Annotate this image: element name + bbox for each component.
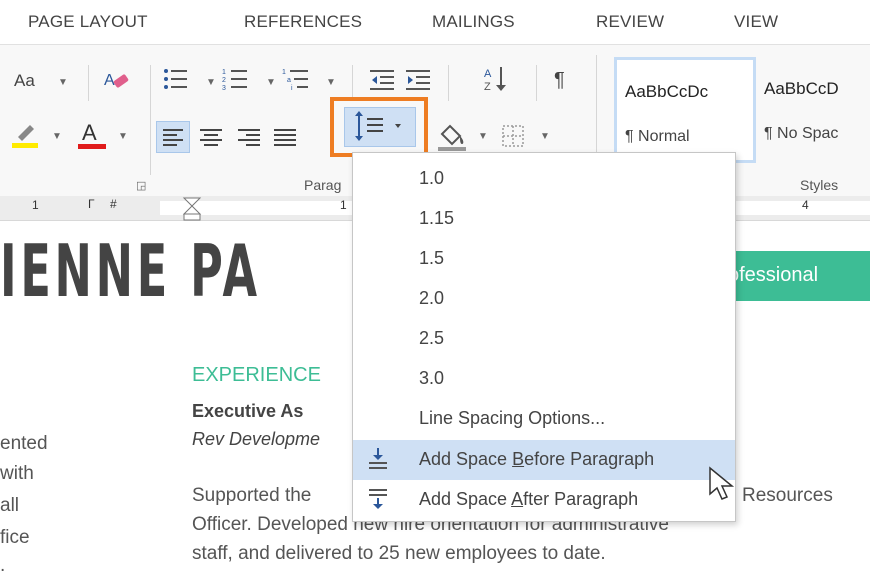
menu-item-label: 3.0 — [419, 368, 445, 388]
sort-icon[interactable]: A Z — [484, 65, 514, 93]
font-color-icon[interactable]: A — [78, 119, 106, 151]
svg-text:1: 1 — [282, 69, 286, 76]
style-sample: AaBbCcDc — [625, 82, 709, 101]
borders-icon[interactable] — [500, 123, 528, 149]
left-column-text: with — [0, 463, 34, 484]
ribbon-tab-bar: PAGE LAYOUT REFERENCES MAILINGS REVIEW V… — [0, 0, 870, 44]
divider — [448, 65, 449, 101]
column-marker-icon[interactable]: # — [110, 197, 117, 211]
menu-item-label: 1.15 — [419, 208, 455, 228]
multilevel-list-icon[interactable]: 1 a i — [282, 67, 312, 91]
multilevel-chevron-icon[interactable]: ▼ — [326, 77, 336, 88]
svg-text:3: 3 — [222, 85, 226, 91]
svg-text:Z: Z — [484, 81, 491, 93]
font-dialog-launcher-icon[interactable]: ◲ — [136, 179, 146, 192]
align-right-icon[interactable] — [234, 122, 264, 152]
menu-item-label: 2.5 — [419, 328, 445, 348]
tab-page-layout[interactable]: PAGE LAYOUT — [28, 12, 148, 32]
tab-stop-marker-icon[interactable]: Γ — [88, 197, 95, 211]
style-name: ¶ Normal — [625, 128, 690, 145]
highlight-chevron-icon[interactable]: ▼ — [52, 131, 62, 142]
mouse-cursor-icon — [709, 466, 735, 500]
divider — [536, 65, 537, 101]
menu-item-label: 2.0 — [419, 288, 445, 308]
bullets-icon[interactable] — [162, 67, 192, 91]
left-column-text: ented — [0, 433, 48, 454]
decrease-indent-icon[interactable] — [370, 67, 396, 91]
svg-text:i: i — [291, 85, 293, 91]
menu-item-label: 1.0 — [419, 168, 445, 188]
clear-formatting-icon[interactable]: A — [102, 67, 132, 97]
menu-item-label: 1.5 — [419, 248, 445, 268]
menu-item-3-0[interactable]: 3.0 — [353, 359, 735, 399]
job-title: Executive As — [192, 401, 304, 421]
tab-mailings[interactable]: MAILINGS — [432, 12, 515, 32]
align-left-button[interactable] — [156, 121, 190, 153]
body-text-line-end: Resources — [742, 485, 833, 506]
left-column-text: fice — [0, 527, 30, 548]
change-case-button[interactable]: Aa — [14, 71, 35, 91]
align-left-icon — [163, 129, 183, 146]
increase-indent-icon[interactable] — [406, 67, 432, 91]
company-name: Rev Developme — [192, 429, 321, 449]
divider — [150, 65, 151, 175]
tab-review[interactable]: REVIEW — [596, 12, 664, 32]
add-space-after-icon — [369, 489, 387, 509]
tab-references[interactable]: REFERENCES — [244, 12, 362, 32]
section-heading: EXPERIENCE — [192, 364, 321, 386]
styles-group-label: Styles — [800, 177, 839, 193]
menu-item-label: Add Space Before Paragraph — [419, 449, 655, 469]
font-color-chevron-icon[interactable]: ▼ — [118, 131, 128, 142]
menu-item-1-15[interactable]: 1.15 — [353, 199, 735, 239]
style-no-spacing[interactable]: AaBbCcD ¶ No Spac — [756, 57, 870, 157]
justify-icon[interactable] — [270, 122, 300, 152]
svg-text:1: 1 — [222, 69, 226, 76]
ruler-number: 4 — [802, 198, 809, 212]
menu-item-1-0[interactable]: 1.0 — [353, 159, 735, 199]
style-name: ¶ No Spac — [764, 125, 839, 142]
callout-highlight — [330, 97, 428, 157]
change-case-chevron-icon[interactable]: ▼ — [58, 77, 68, 88]
numbering-icon[interactable]: 1 2 3 — [222, 67, 252, 91]
ruler-number: 1 — [340, 198, 347, 212]
menu-item-add-space-before[interactable]: Add Space Before Paragraph — [353, 440, 735, 480]
menu-item-label: Line Spacing Options... — [419, 408, 606, 428]
bullets-chevron-icon[interactable]: ▼ — [206, 77, 216, 88]
shading-chevron-icon[interactable]: ▼ — [478, 131, 488, 142]
divider — [88, 65, 89, 101]
tab-view[interactable]: VIEW — [734, 12, 778, 32]
document-title-text: IENNE PA — [0, 229, 261, 313]
body-text-line: Supported the — [192, 485, 312, 506]
line-spacing-menu: 1.0 1.15 1.5 2.0 2.5 3.0 Line Spacing Op… — [352, 152, 736, 522]
numbering-chevron-icon[interactable]: ▼ — [266, 77, 276, 88]
divider — [352, 65, 353, 101]
style-normal[interactable]: AaBbCcDc ¶ Normal — [614, 57, 756, 163]
paragraph-group-label: Parag — [304, 177, 342, 193]
left-column-text: all — [0, 495, 20, 516]
menu-item-1-5[interactable]: 1.5 — [353, 239, 735, 279]
menu-item-line-spacing-options[interactable]: Line Spacing Options... — [353, 399, 735, 439]
menu-item-2-5[interactable]: 2.5 — [353, 319, 735, 359]
body-text-line: staff, and delivered to 25 new employees… — [192, 543, 606, 564]
left-column-text: . — [0, 555, 6, 576]
menu-item-add-space-after[interactable]: Add Space After Paragraph — [353, 480, 735, 520]
svg-text:2: 2 — [222, 77, 226, 84]
menu-item-label: Add Space After Paragraph — [419, 489, 639, 509]
svg-text:a: a — [287, 77, 291, 84]
svg-text:A: A — [104, 72, 115, 89]
svg-text:A: A — [484, 68, 492, 80]
ruler-number: 1 — [32, 198, 39, 212]
text-highlight-color-icon[interactable] — [12, 121, 42, 149]
add-space-before-icon — [369, 448, 387, 469]
align-center-icon[interactable] — [196, 122, 226, 152]
borders-chevron-icon[interactable]: ▼ — [540, 131, 550, 142]
menu-item-2-0[interactable]: 2.0 — [353, 279, 735, 319]
banner-text: ofessional — [728, 264, 819, 286]
svg-text:A: A — [82, 120, 97, 145]
style-sample: AaBbCcD — [764, 79, 839, 98]
show-formatting-marks-icon[interactable]: ¶ — [554, 69, 565, 92]
shading-icon[interactable] — [436, 120, 470, 152]
